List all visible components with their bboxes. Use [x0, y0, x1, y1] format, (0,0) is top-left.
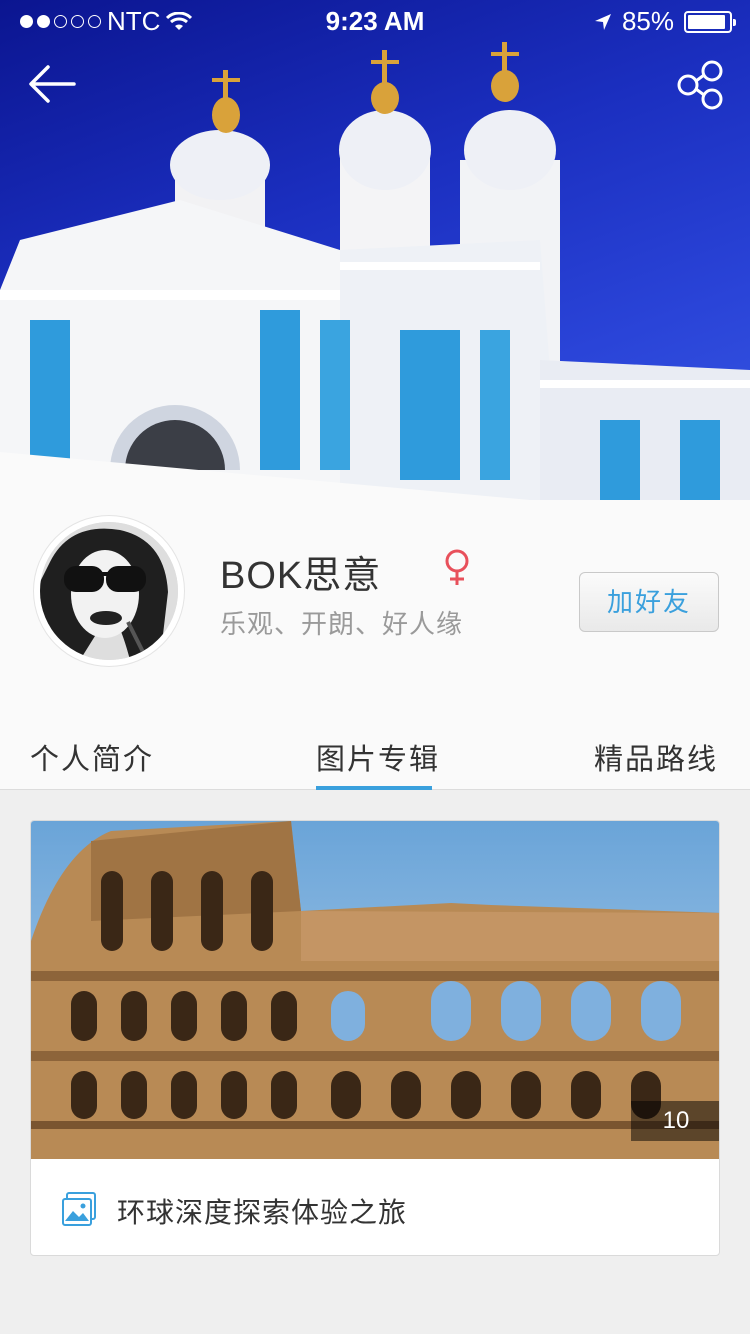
image-album-icon [62, 1192, 96, 1226]
share-icon [677, 60, 723, 110]
add-friend-button[interactable]: 加好友 [579, 572, 719, 632]
back-button[interactable] [26, 62, 78, 106]
battery-icon [684, 10, 736, 33]
album-title: 环球深度探索体验之旅 [117, 1197, 408, 1228]
back-arrow-icon [29, 65, 76, 103]
profile-tabs: 个人简介 图片专辑 精品路线 [0, 716, 750, 790]
avatar[interactable] [34, 516, 184, 666]
profile-section: BOK思意 乐观、开朗、好人缘 加好友 [0, 500, 750, 730]
female-icon [445, 549, 469, 585]
tab-photo-albums[interactable]: 图片专辑 [316, 736, 440, 778]
location-arrow-icon [594, 13, 611, 30]
status-bar: NTC 9:23 AM 85% [0, 0, 750, 40]
photo-count-badge: 10 [631, 1101, 719, 1141]
tab-featured-routes[interactable]: 精品路线 [594, 736, 718, 778]
share-button[interactable] [676, 60, 724, 110]
active-tab-indicator [316, 786, 432, 790]
profile-tagline: 乐观、开朗、好人缘 [220, 609, 464, 639]
battery-percent: 85% [621, 6, 674, 36]
album-card[interactable]: 10 环球深度探索体验之旅 [30, 820, 720, 1256]
album-caption: 环球深度探索体验之旅 [31, 1159, 719, 1255]
cover-photo [0, 0, 750, 530]
tab-profile-intro[interactable]: 个人简介 [30, 736, 154, 778]
profile-name: BOK思意 [220, 555, 382, 597]
status-right-group: 85% [594, 6, 736, 37]
album-cover-photo: 10 [31, 821, 719, 1159]
